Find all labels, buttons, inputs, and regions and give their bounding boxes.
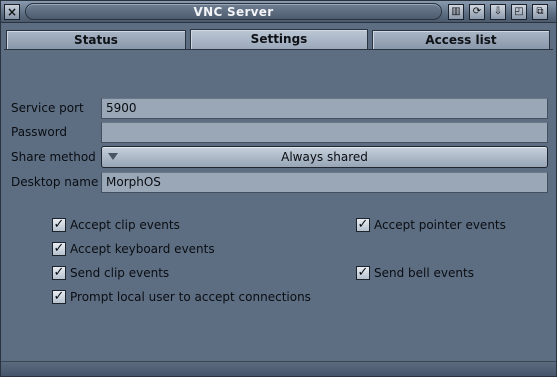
service-port-label: Service port bbox=[11, 101, 84, 115]
checkbox-label: Prompt local user to accept connections bbox=[70, 290, 311, 304]
checkbox-check-icon[interactable]: ✓ bbox=[52, 266, 66, 280]
tab-status[interactable]: Status bbox=[6, 30, 186, 49]
chevron-down-icon bbox=[108, 153, 118, 160]
checkbox-check-icon[interactable]: ✓ bbox=[356, 266, 370, 280]
window-title: VNC Server bbox=[193, 5, 274, 19]
window-bottom-border bbox=[1, 361, 556, 376]
zoom-icon[interactable]: ◰ bbox=[511, 4, 527, 20]
checkbox-label: Accept keyboard events bbox=[70, 242, 215, 256]
tab-divider bbox=[4, 49, 553, 50]
share-method-label: Share method bbox=[11, 150, 96, 164]
title-bar-drag-area[interactable]: VNC Server bbox=[25, 3, 442, 20]
popup-icon[interactable]: ⇩ bbox=[490, 4, 506, 20]
share-method-cycle-button[interactable]: Always shared bbox=[101, 146, 548, 168]
desktop-name-label: Desktop name bbox=[11, 175, 99, 189]
tab-access-list[interactable]: Access list bbox=[372, 30, 550, 49]
password-input[interactable] bbox=[101, 122, 548, 143]
close-icon[interactable]: × bbox=[4, 4, 20, 20]
tab-settings[interactable]: Settings bbox=[190, 29, 368, 49]
checkbox-label: Send clip events bbox=[70, 266, 170, 280]
checkbox-check-icon[interactable]: ✓ bbox=[52, 290, 66, 304]
desktop-name-input[interactable]: MorphOS bbox=[101, 172, 548, 193]
snapshot-icon[interactable]: ⟳ bbox=[469, 4, 485, 20]
checkbox-label: Accept clip events bbox=[70, 218, 180, 232]
title-bar[interactable]: × VNC Server ▥ ⟳ ⇩ ◰ ⧉ bbox=[1, 1, 556, 23]
service-port-input[interactable]: 5900 bbox=[101, 98, 548, 119]
checkbox-check-icon[interactable]: ✓ bbox=[356, 218, 370, 232]
password-label: Password bbox=[11, 125, 68, 139]
vnc-server-window: × VNC Server ▥ ⟳ ⇩ ◰ ⧉ Status Settings A… bbox=[0, 0, 557, 377]
depth-icon[interactable]: ⧉ bbox=[532, 4, 548, 20]
checkbox-check-icon[interactable]: ✓ bbox=[52, 218, 66, 232]
checkbox-label: Send bell events bbox=[374, 266, 474, 280]
checkbox-check-icon[interactable]: ✓ bbox=[52, 242, 66, 256]
checkbox-label: Accept pointer events bbox=[374, 218, 506, 232]
share-method-value: Always shared bbox=[281, 150, 368, 164]
iconify-icon[interactable]: ▥ bbox=[448, 4, 464, 20]
